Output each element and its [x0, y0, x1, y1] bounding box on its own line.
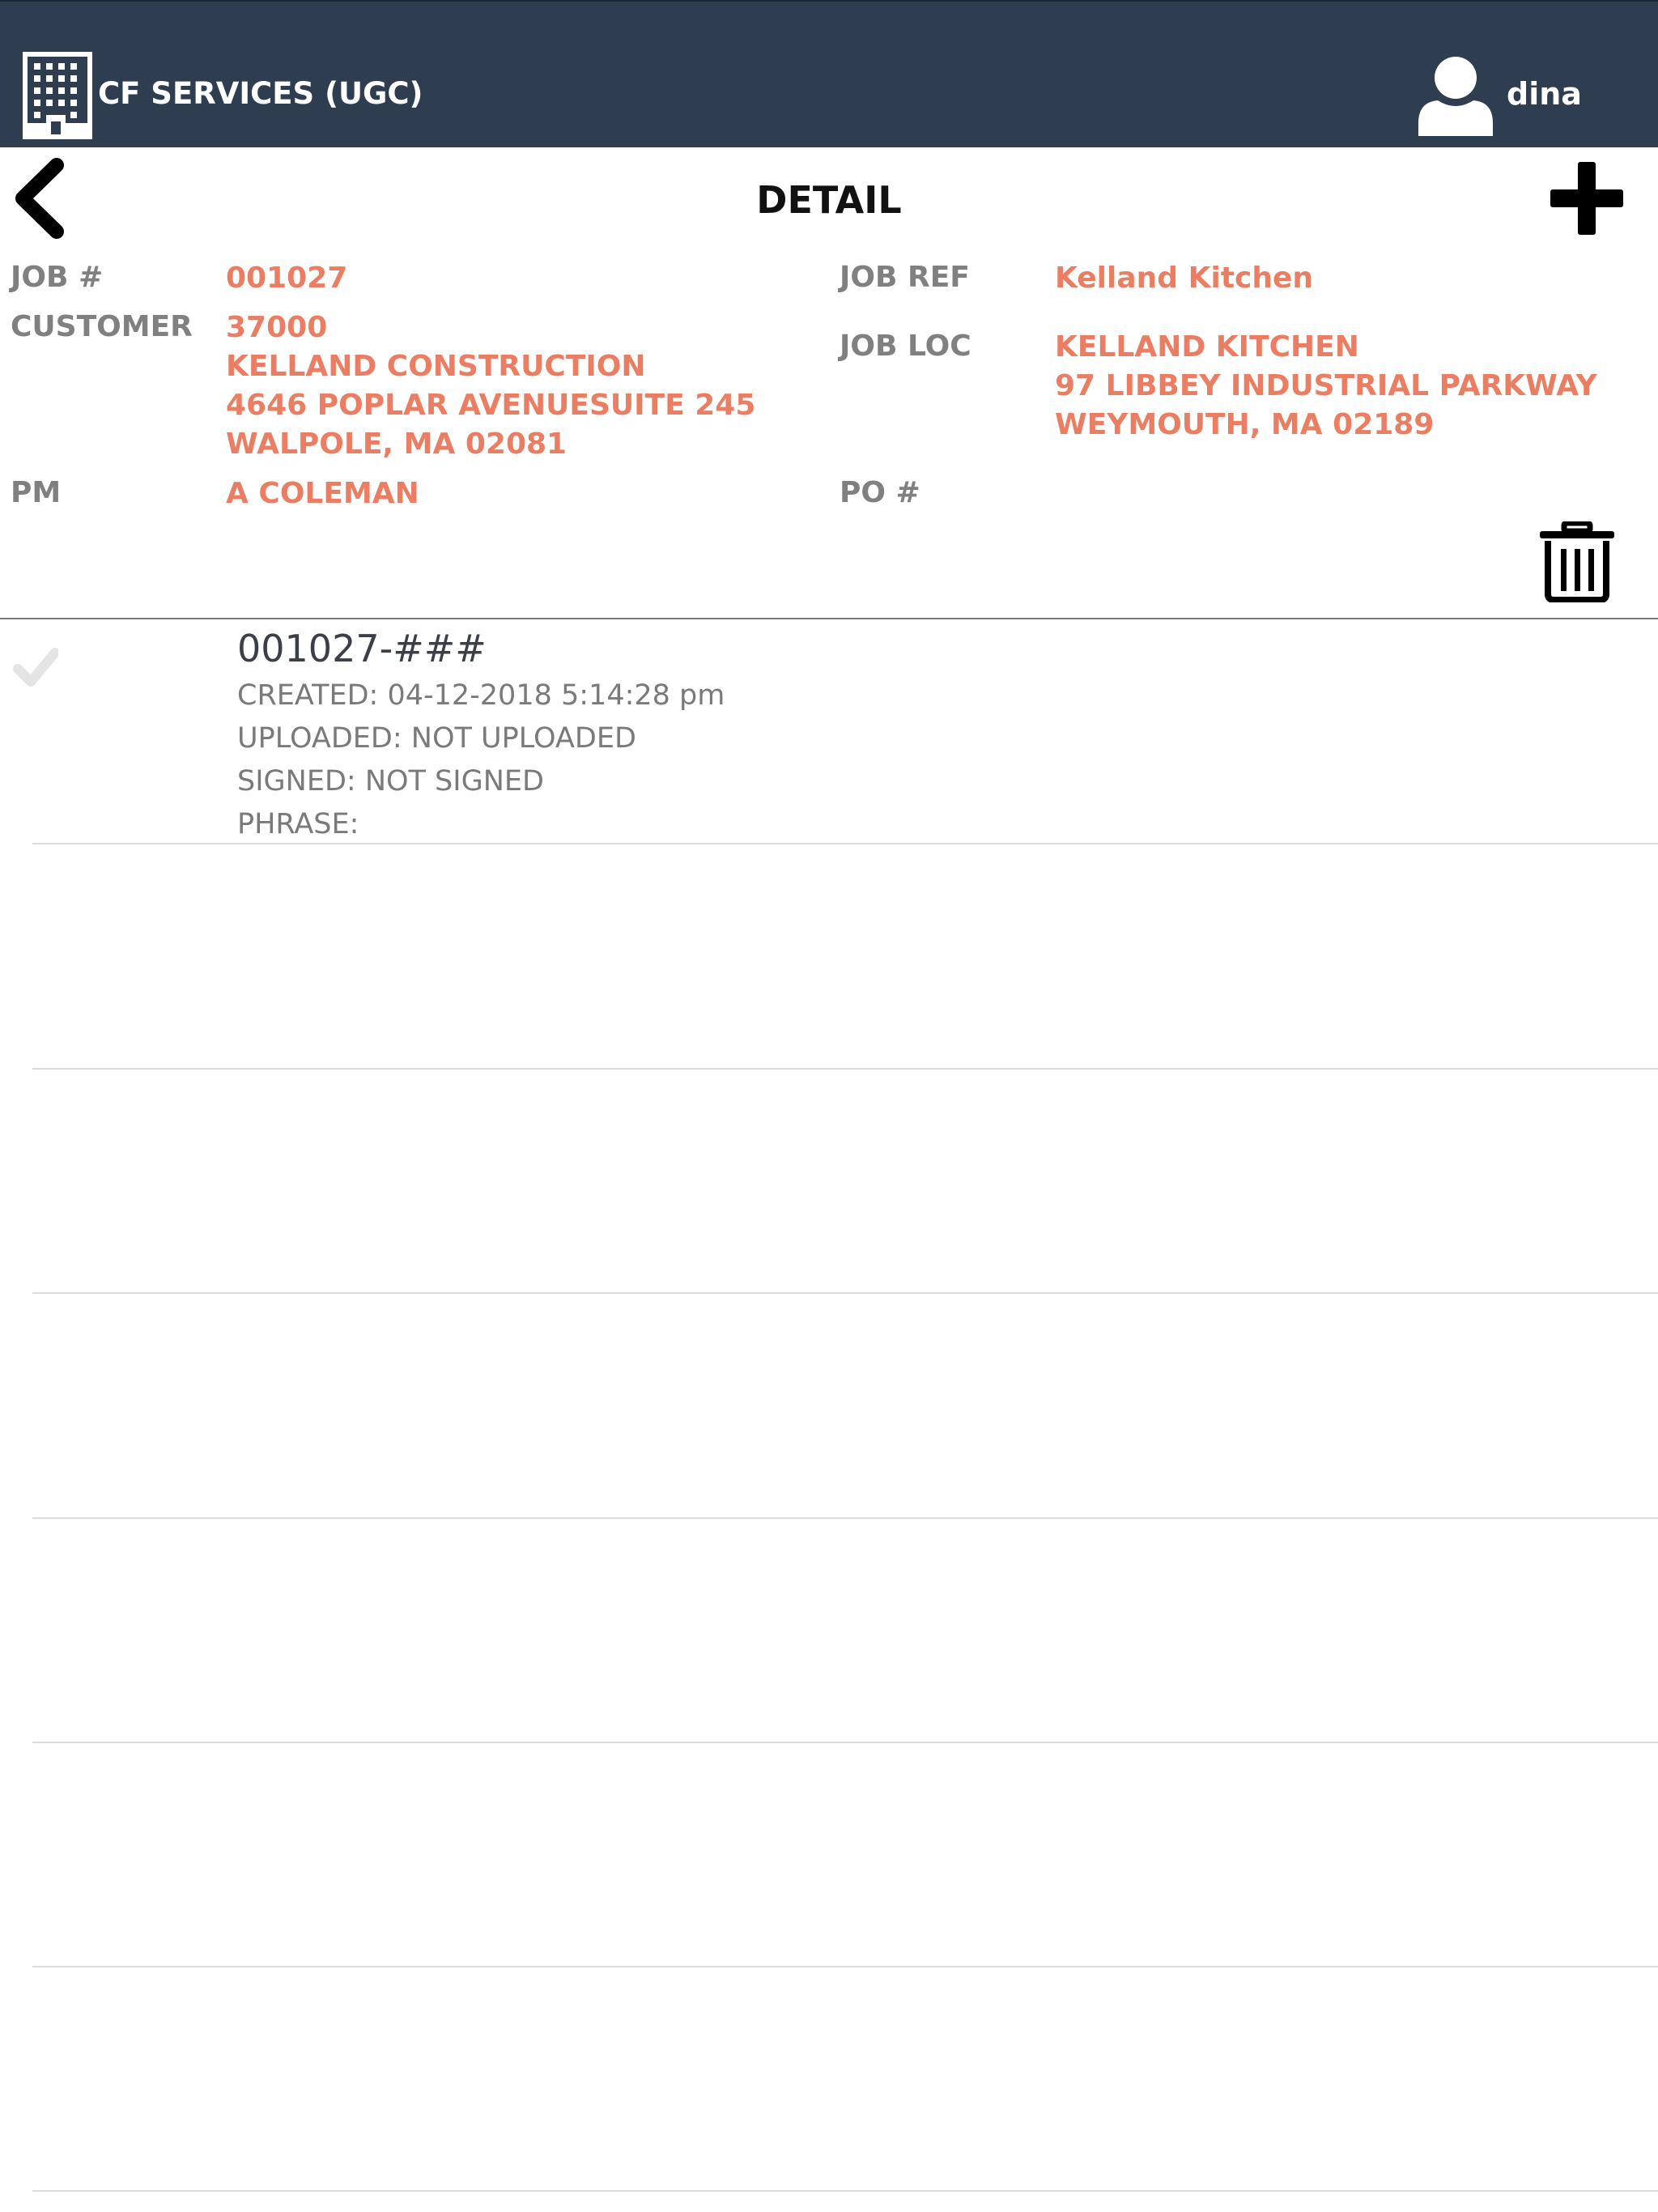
job-loc-street: 97 LIBBEY INDUSTRIAL PARKWAY [1055, 369, 1597, 402]
add-button[interactable] [1550, 162, 1623, 235]
top-bar: CF SERVICES (UGC) dina [0, 0, 1658, 147]
customer-value: 37000 KELLAND CONSTRUCTION 4646 POPLAR A… [226, 308, 755, 464]
customer-name: KELLAND CONSTRUCTION [226, 350, 646, 383]
job-ref-label: JOB REF [840, 261, 970, 294]
section-divider [0, 618, 1658, 619]
row-divider [32, 1742, 1658, 1743]
customer-id: 37000 [226, 311, 328, 344]
job-loc-label: JOB LOC [840, 330, 971, 363]
po-label: PO # [840, 476, 920, 509]
row-divider [32, 1966, 1658, 1967]
check-icon[interactable] [13, 648, 58, 687]
document-created: CREATED: 04-12-2018 5:14:28 pm [237, 679, 725, 712]
document-phrase: PHRASE: [237, 808, 359, 840]
user-icon [1418, 57, 1493, 136]
delete-button[interactable] [1538, 521, 1616, 602]
document-signed: SIGNED: NOT SIGNED [237, 765, 544, 798]
customer-label: CUSTOMER [11, 310, 193, 343]
row-divider [32, 1292, 1658, 1294]
user-name[interactable]: dina [1507, 76, 1582, 112]
document-title: 001027-### [237, 627, 487, 670]
pm-value: A COLEMAN [226, 477, 419, 510]
job-loc-city: WEYMOUTH, MA 02189 [1055, 408, 1435, 441]
row-divider [32, 1068, 1658, 1070]
plus-icon [1550, 162, 1623, 235]
trash-icon [1540, 521, 1614, 602]
customer-address: 4646 POPLAR AVENUESUITE 245 [226, 389, 756, 422]
job-loc-name: KELLAND KITCHEN [1055, 330, 1359, 364]
building-icon [23, 52, 92, 139]
page-title: DETAIL [756, 178, 902, 222]
row-divider [32, 843, 1658, 844]
job-ref-value: Kelland Kitchen [1055, 262, 1314, 295]
pm-label: PM [11, 476, 62, 509]
job-loc-value: KELLAND KITCHEN 97 LIBBEY INDUSTRIAL PAR… [1055, 328, 1597, 445]
row-divider [32, 2190, 1658, 2192]
row-divider [32, 1517, 1658, 1519]
job-number-label: JOB # [11, 261, 104, 294]
document-uploaded: UPLOADED: NOT UPLOADED [237, 722, 636, 755]
job-number-value: 001027 [226, 262, 348, 295]
company-name: CF SERVICES (UGC) [98, 76, 423, 111]
customer-city: WALPOLE, MA 02081 [226, 428, 568, 461]
